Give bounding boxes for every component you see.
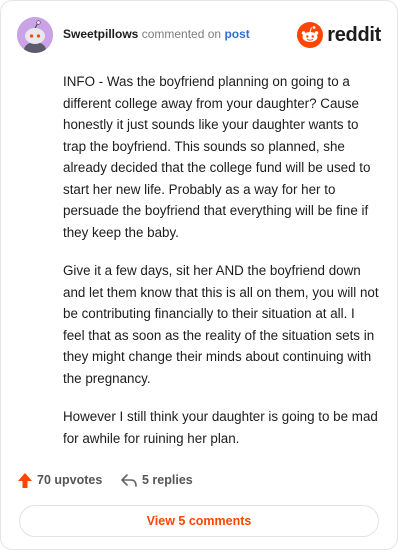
- view-comments-button[interactable]: View 5 comments: [19, 505, 379, 537]
- snoo-avatar-icon: [17, 17, 53, 53]
- user-avatar[interactable]: [17, 17, 53, 53]
- comment-byline: Sweetpillows commented on post: [63, 26, 250, 42]
- upvote-arrow-icon: [18, 472, 32, 488]
- username-link[interactable]: Sweetpillows: [63, 27, 138, 41]
- comment-header: Sweetpillows commented on post reddit: [17, 17, 381, 53]
- upvote-count: 70 upvotes: [37, 473, 103, 487]
- comment-paragraph: However I still think your daughter is g…: [63, 409, 378, 446]
- post-link[interactable]: post: [224, 27, 249, 41]
- reply-count: 5 replies: [142, 473, 193, 487]
- comment-paragraph: Give it a few days, sit her AND the boyf…: [63, 263, 379, 386]
- comment-paragraph: INFO - Was the boyfriend planning on goi…: [63, 74, 371, 240]
- upvote-button[interactable]: 70 upvotes: [18, 469, 102, 491]
- comment-body: INFO - Was the boyfriend planning on goi…: [63, 71, 379, 466]
- comment-card: Sweetpillows commented on post reddit IN…: [0, 0, 398, 550]
- reddit-logo-icon: [297, 22, 324, 48]
- replies-button[interactable]: 5 replies: [121, 469, 193, 491]
- reddit-brand[interactable]: reddit: [297, 19, 381, 51]
- reply-arrow-icon: [121, 473, 137, 487]
- comment-footer: 70 upvotes 5 replies: [18, 469, 380, 491]
- byline-action: commented on: [141, 27, 222, 41]
- brand-wordmark: reddit: [327, 23, 381, 46]
